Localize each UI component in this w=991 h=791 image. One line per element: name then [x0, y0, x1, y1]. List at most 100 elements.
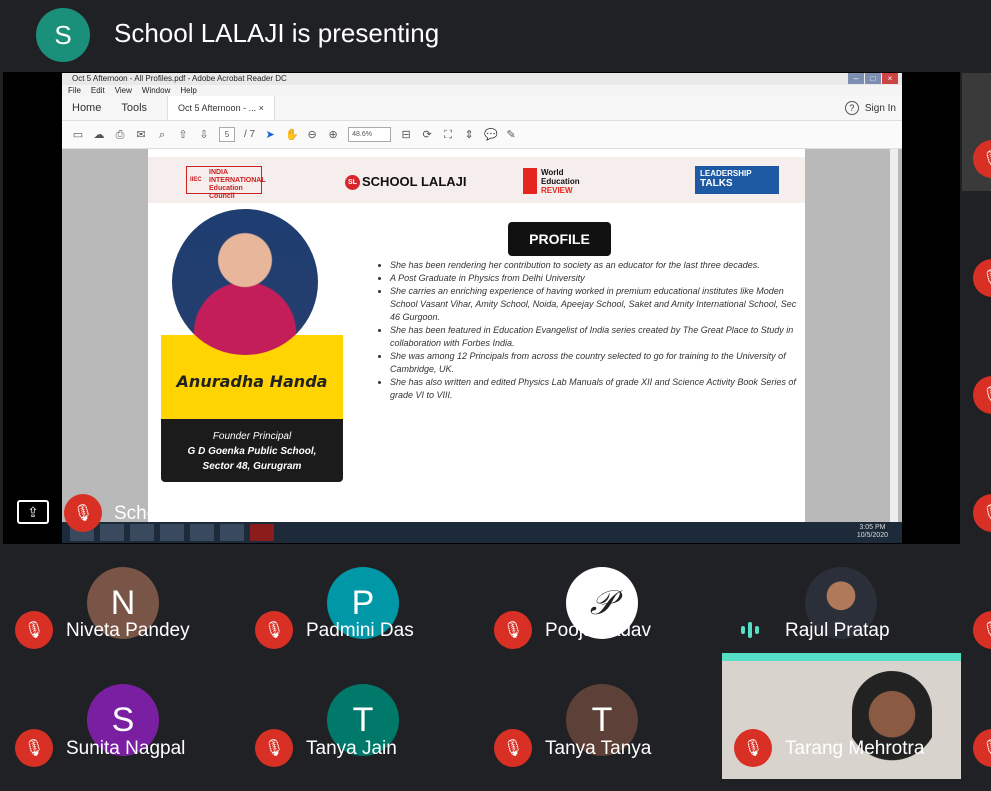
school-name: G D Goenka Public School, [187, 446, 317, 457]
tab-document[interactable]: Oct 5 Afternoon - ... × [167, 96, 275, 120]
pen-icon[interactable]: ✎ [505, 129, 517, 141]
speaker-role: Founder Principal [212, 431, 292, 442]
school-location: Sector 48, Gurugram [202, 461, 302, 472]
mic-off-icon: 🎙 [15, 729, 53, 767]
scroll-mode-icon[interactable]: ⇕ [463, 129, 475, 141]
mic-off-icon: 🎙 [494, 611, 532, 649]
participant-video [852, 671, 932, 779]
acrobat-tabs: Home Tools Oct 5 Afternoon - ... × ? Sig… [62, 96, 902, 121]
sign-in-link[interactable]: Sign In [865, 103, 896, 114]
explorer-icon[interactable] [220, 524, 244, 541]
mic-off-icon: 🎙 [64, 494, 102, 532]
firefox-icon[interactable] [130, 524, 154, 541]
speaker-photo [172, 209, 318, 355]
list-item: She has been rendering her contribution … [390, 259, 798, 272]
mic-off-icon: 🎙 [973, 729, 991, 767]
doc-tab-label: Oct 5 Afternoon - ... [178, 103, 257, 113]
document-area: IIEC INDIA INTERNATIONAL Education Counc… [62, 149, 902, 522]
page-down-icon[interactable]: ⇩ [198, 129, 210, 141]
leadership-talks-logo: LEADERSHIP TALKS [695, 166, 779, 194]
save-icon[interactable]: ▭ [72, 129, 84, 141]
menu-window[interactable]: Window [142, 85, 170, 96]
speaking-indicator-icon [741, 622, 759, 638]
menu-file[interactable]: File [68, 85, 81, 96]
mail-icon[interactable]: ✉ [135, 129, 147, 141]
participant-name: Tanya Jain [306, 738, 397, 759]
zoom-in-icon[interactable]: ⊕ [327, 129, 339, 141]
menu-view[interactable]: View [115, 85, 132, 96]
list-item: She has also written and edited Physics … [390, 376, 798, 402]
close-window-icon[interactable]: × [882, 73, 898, 84]
iiec-badge: IIEC [190, 177, 202, 183]
pdf-page: IIEC INDIA INTERNATIONAL Education Counc… [148, 149, 805, 522]
page-up-icon[interactable]: ⇧ [177, 129, 189, 141]
mic-off-icon: 🎙 [973, 376, 991, 414]
tab-tools[interactable]: Tools [111, 102, 157, 114]
participant-name: Padmini Das [306, 620, 414, 641]
folder-icon[interactable] [190, 524, 214, 541]
participant-name: Sunita Nagpal [66, 738, 186, 759]
tab-home[interactable]: Home [62, 102, 111, 114]
participant-name: Pooja Yadav [545, 620, 651, 641]
acrobat-window: Oct 5 Afternoon - All Profiles.pdf - Ado… [62, 73, 902, 543]
school-logo-text: SCHOOL LALAJI [362, 174, 467, 189]
acrobat-toolbar: ▭ ☁ ⎙ ✉ ⌕ ⇧ ⇩ 5 / 7 ➤ ✋ ⊖ ⊕ 48.6% ⊟ ⟳ ⛶ … [62, 121, 902, 149]
vertical-scrollbar[interactable] [890, 149, 898, 522]
acrobat-menu-bar: File Edit View Window Help [62, 85, 902, 96]
upload-icon[interactable]: ☁ [93, 129, 105, 141]
clock-date: 10/5/2020 [856, 532, 888, 539]
page-number-input[interactable]: 5 [219, 127, 235, 142]
iiec-logo: IIEC INDIA INTERNATIONAL Education Counc… [186, 166, 266, 200]
fit-page-icon[interactable]: ⊟ [400, 129, 412, 141]
page-total: / 7 [244, 129, 256, 140]
list-item: She was among 12 Principals from across … [390, 350, 798, 376]
maximize-icon[interactable]: □ [865, 73, 881, 84]
participant-name: Tarang Mehrotra [785, 738, 925, 759]
taskbar-clock: 3:05 PM 10/5/2020 [857, 524, 888, 540]
speaker-role-card: Founder Principal G D Goenka Public Scho… [161, 419, 343, 482]
sl-badge: SL [345, 175, 360, 191]
zoom-select[interactable]: 48.6% [348, 127, 392, 142]
rotate-icon[interactable]: ⟳ [421, 129, 433, 141]
wer-line1: World [541, 168, 564, 177]
windows-taskbar: 3:05 PM 10/5/2020 [62, 522, 902, 543]
mic-off-icon: 🎙 [973, 494, 991, 532]
acrobat-title-bar: Oct 5 Afternoon - All Profiles.pdf - Ado… [62, 73, 902, 85]
mic-off-icon: 🎙 [973, 259, 991, 297]
cursor-icon[interactable]: ➤ [264, 129, 276, 141]
mic-off-icon: 🎙 [494, 729, 532, 767]
acrobat-icon[interactable] [250, 524, 274, 541]
print-icon[interactable]: ⎙ [114, 129, 126, 141]
wer-line3: REVIEW [541, 186, 573, 195]
help-icon[interactable]: ? [844, 101, 859, 115]
slide-banner: IIEC INDIA INTERNATIONAL Education Counc… [148, 157, 805, 203]
minimize-icon[interactable]: – [848, 73, 864, 84]
present-screen-icon[interactable]: ⇪ [17, 500, 49, 524]
mic-off-icon: 🎙 [255, 611, 293, 649]
presenting-title: School LALAJI is presenting [114, 18, 440, 48]
comment-icon[interactable]: 💬 [484, 129, 498, 141]
chrome-icon[interactable] [160, 524, 184, 541]
list-item: She carries an enriching experience of h… [390, 285, 798, 324]
school-lalaji-logo: SL SCHOOL LALAJI [345, 174, 467, 191]
speaker-name: Anuradha Handa [176, 372, 328, 391]
clock-time: 3:05 PM [859, 524, 886, 531]
hand-icon[interactable]: ✋ [285, 129, 299, 141]
mic-off-icon: 🎙 [15, 611, 53, 649]
media-icon[interactable] [100, 524, 124, 541]
search-icon[interactable]: ⌕ [156, 129, 168, 141]
mic-off-icon: 🎙 [734, 729, 772, 767]
list-item: She has been featured in Education Evang… [390, 324, 798, 350]
menu-edit[interactable]: Edit [91, 85, 105, 96]
list-item: A Post Graduate in Physics from Delhi Un… [390, 272, 798, 285]
presenter-avatar: S [36, 8, 90, 62]
fullscreen-icon[interactable]: ⛶ [442, 129, 454, 141]
wer-line2: Education [541, 177, 580, 186]
zoom-out-icon[interactable]: ⊖ [306, 129, 318, 141]
close-tab-icon[interactable]: × [259, 103, 264, 113]
mic-off-icon: 🎙 [255, 729, 293, 767]
presenter-name: School LALAJI [114, 503, 239, 524]
lt-line1: LEADERSHIP [700, 169, 752, 178]
menu-help[interactable]: Help [180, 85, 196, 96]
participant-name: Tanya Tanya [545, 738, 652, 759]
